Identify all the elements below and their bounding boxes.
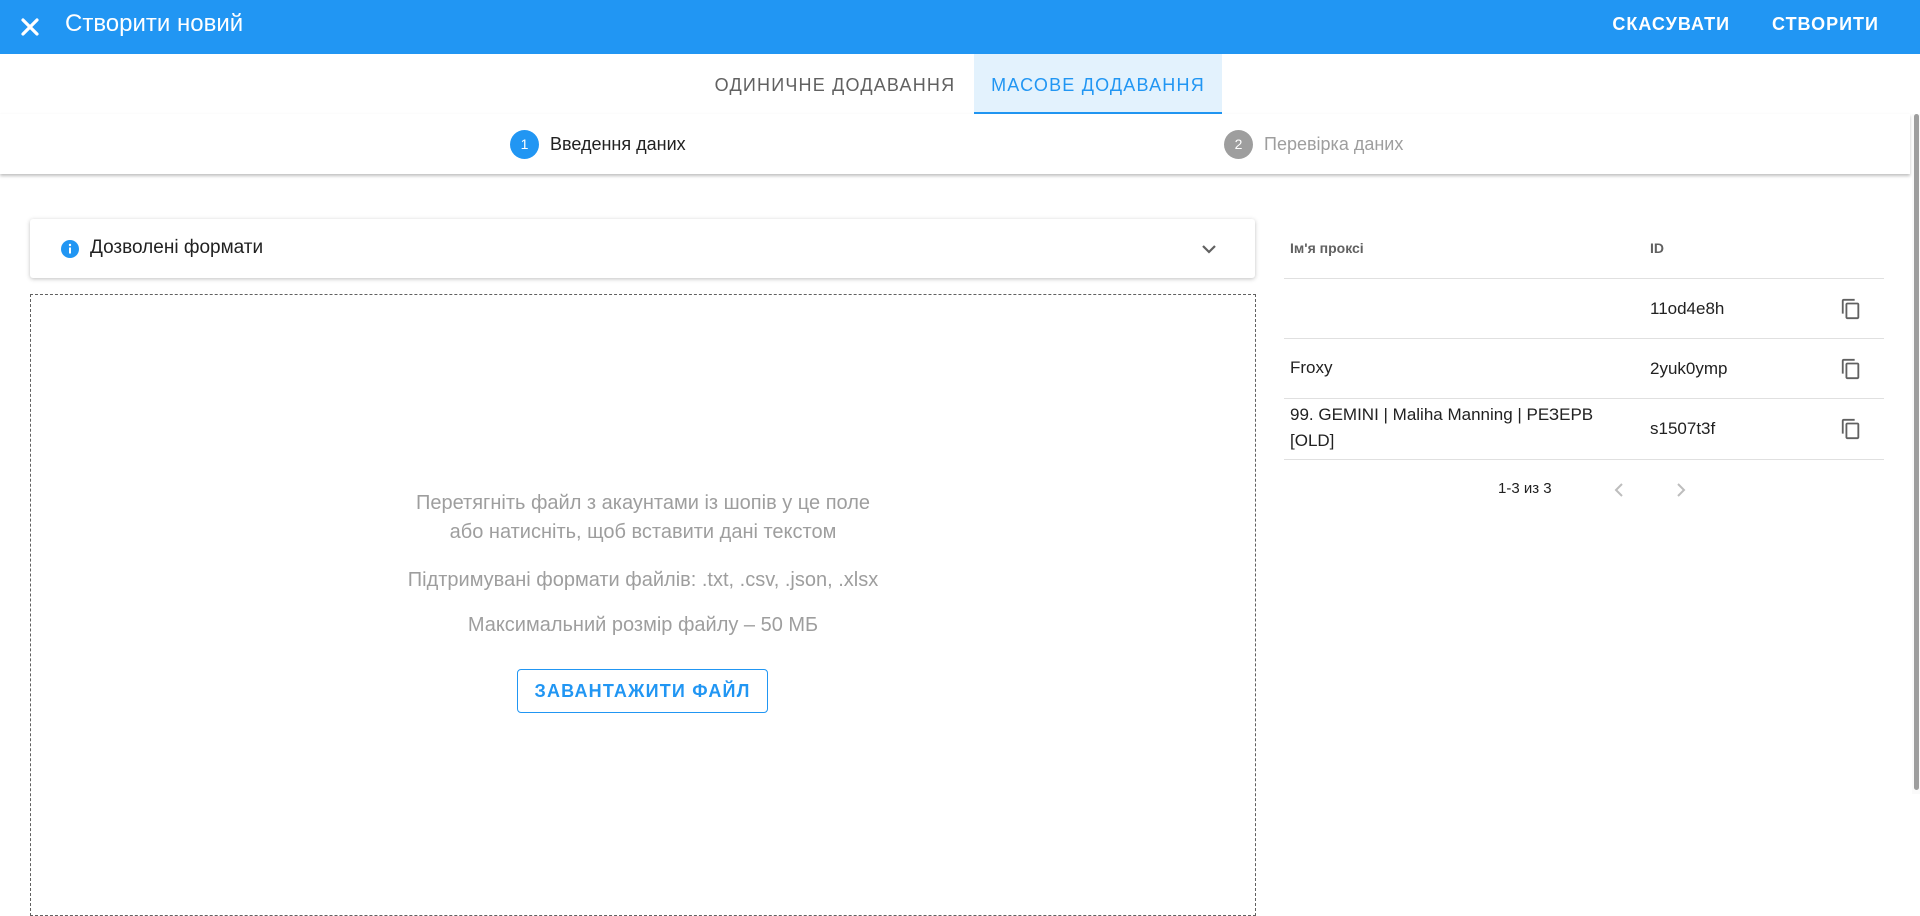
cancel-button[interactable]: СКАСУВАТИ	[1591, 4, 1751, 45]
upload-file-button[interactable]: ЗАВАНТАЖИТИ ФАЙЛ	[517, 669, 768, 713]
supported-formats-text: Підтримувані формати файлів: .txt, .csv,…	[407, 569, 879, 591]
app-bar: Створити новий СКАСУВАТИ СТВОРИТИ	[0, 0, 1920, 54]
header-actions: СКАСУВАТИ СТВОРИТИ	[1591, 0, 1900, 48]
column-header-proxy-name[interactable]: Ім'я проксі	[1290, 240, 1364, 256]
copy-icon[interactable]	[1840, 418, 1862, 440]
chevron-right-icon[interactable]	[1669, 478, 1693, 502]
formats-panel-title: Дозволені формати	[90, 237, 264, 258]
scrollbar-thumb[interactable]	[1914, 114, 1919, 790]
chevron-left-icon[interactable]	[1607, 478, 1631, 502]
tab-bulk-add[interactable]: МАСОВЕ ДОДАВАННЯ	[974, 54, 1222, 114]
proxy-name: Froxy	[1290, 358, 1333, 377]
copy-icon[interactable]	[1840, 298, 1862, 320]
proxy-name: 99. GEMINI | Maliha Manning | РЕЗЕРВ [OL…	[1290, 405, 1594, 450]
table-row: 11od4e8h	[1284, 279, 1884, 339]
proxy-id: 2yuk0ymp	[1650, 359, 1728, 378]
dropzone-instructions: Перетягніть файл з акаунтами із шопів у …	[31, 489, 1255, 547]
dropzone-line-1: Перетягніть файл з акаунтами із шопів у …	[415, 492, 871, 514]
step-data-entry[interactable]: 1 Введення даних	[510, 129, 686, 159]
step-number: 2	[1224, 129, 1253, 159]
dropzone-line-2: або натисніть, щоб вставити дані текстом	[449, 521, 837, 543]
scrollbar[interactable]	[1912, 114, 1920, 794]
proxy-id: s1507t3f	[1650, 419, 1716, 438]
page-title: Створити новий	[65, 10, 244, 37]
table-row: 99. GEMINI | Maliha Manning | РЕЗЕРВ [OL…	[1284, 399, 1884, 460]
table-pagination: 1-3 из 3	[1284, 470, 1884, 510]
step-number: 1	[510, 129, 539, 159]
step-data-check[interactable]: 2 Перевірка даних	[1224, 129, 1403, 159]
step-label: Введення даних	[550, 133, 686, 154]
tabs: ОДИНИЧНЕ ДОДАВАННЯ МАСОВЕ ДОДАВАННЯ	[0, 54, 1920, 114]
tab-single-add[interactable]: ОДИНИЧНЕ ДОДАВАННЯ	[698, 54, 972, 114]
max-size-text: Максимальний розмір файлу – 50 МБ	[467, 614, 819, 636]
copy-icon[interactable]	[1840, 358, 1862, 380]
file-dropzone[interactable]: Перетягніть файл з акаунтами із шопів у …	[30, 294, 1256, 916]
proxy-id: 11od4e8h	[1650, 299, 1725, 318]
formats-expansion-panel[interactable]: Дозволені формати	[30, 219, 1255, 278]
table-row: Froxy 2yuk0ymp	[1284, 339, 1884, 399]
column-header-id[interactable]: ID	[1650, 240, 1664, 256]
close-icon[interactable]	[10, 7, 50, 47]
create-button[interactable]: СТВОРИТИ	[1751, 4, 1900, 45]
chevron-down-icon[interactable]	[1199, 239, 1219, 259]
stepper: 1 Введення даних 2 Перевірка даних	[0, 114, 1910, 174]
pagination-range: 1-3 из 3	[1498, 480, 1552, 497]
info-icon	[61, 240, 79, 258]
step-label: Перевірка даних	[1264, 133, 1404, 154]
